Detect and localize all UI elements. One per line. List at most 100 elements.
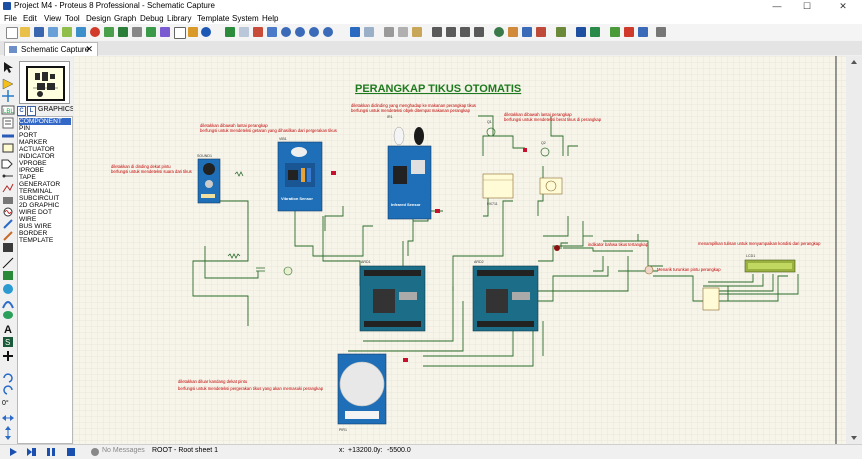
object-selector-title: GRAPHICS (38, 106, 75, 113)
list-item-actuator[interactable]: ACTUATOR (19, 146, 71, 153)
list-item-template[interactable]: TEMPLATE (19, 237, 71, 244)
cut-icon[interactable] (384, 27, 394, 37)
list-item-wire[interactable]: WIRE (19, 216, 71, 223)
component-mode-icon (2, 78, 14, 90)
overview-window[interactable] (19, 61, 70, 104)
remove-sheet-icon[interactable] (624, 27, 634, 37)
menu-system[interactable]: System (232, 14, 259, 23)
line-icon (2, 257, 14, 269)
stop-simulation-icon[interactable] (66, 447, 76, 457)
pick-devices-button[interactable]: C (17, 106, 26, 116)
menu-debug[interactable]: Debug (140, 14, 164, 23)
list-item-component[interactable]: COMPONENT (19, 118, 71, 125)
list-item-2d-graphic[interactable]: 2D GRAPHIC (19, 202, 71, 209)
schematic-icon[interactable] (76, 27, 86, 37)
undo-icon[interactable] (350, 27, 360, 37)
window-title: Project M4 - Proteus 8 Professional - Sc… (14, 1, 215, 10)
zoom-area-icon[interactable] (323, 27, 333, 37)
schematic-drawing[interactable]: PERANGKAP TIKUS OTOMATIS diletakkan di d… (73, 56, 846, 444)
pan-icon[interactable] (267, 27, 277, 37)
new-file-icon[interactable] (6, 27, 18, 39)
generator-icon (3, 207, 13, 217)
list-item-indicator[interactable]: INDICATOR (19, 153, 71, 160)
menu-library[interactable]: Library (167, 14, 191, 23)
source-code-icon[interactable] (160, 27, 170, 37)
list-item-port[interactable]: PORT (19, 132, 71, 139)
list-item-iprobe[interactable]: IPROBE (19, 167, 71, 174)
run-simulation-icon[interactable] (8, 447, 18, 457)
note-infrared-2: berfungsi untuk mendeteksi objek ditempa… (351, 108, 471, 113)
close-project-icon[interactable] (48, 27, 58, 37)
pause-simulation-icon[interactable] (46, 447, 56, 457)
menu-view[interactable]: View (44, 14, 61, 23)
search-tag-icon[interactable] (576, 27, 586, 37)
menu-help[interactable]: Help (262, 14, 278, 23)
exit-to-parent-icon[interactable] (638, 27, 648, 37)
project-notes-icon[interactable] (174, 27, 186, 39)
origin-icon[interactable] (253, 27, 263, 37)
step-simulation-icon[interactable] (26, 447, 36, 457)
list-item-tape[interactable]: TAPE (19, 174, 71, 181)
paste-icon[interactable] (412, 27, 422, 37)
open-folder-icon[interactable] (20, 27, 30, 37)
block-copy-icon[interactable] (432, 27, 442, 37)
packaging-tool-icon[interactable] (522, 27, 532, 37)
refresh-icon[interactable] (225, 27, 235, 37)
messages-status[interactable]: No Messages (102, 447, 145, 454)
vertical-scrollbar[interactable] (846, 56, 862, 444)
library-icon[interactable] (188, 27, 198, 37)
zoom-out-icon[interactable] (295, 27, 305, 37)
tab-schematic-capture[interactable]: Schematic Capture ✕ (4, 42, 98, 56)
tab-bar: Schematic Capture ✕ (0, 41, 862, 56)
decompose-icon[interactable] (536, 27, 546, 37)
block-rotate-icon[interactable] (460, 27, 470, 37)
schematic-canvas[interactable]: PERANGKAP TIKUS OTOMATIS diletakkan di d… (73, 56, 846, 444)
grid-toggle-icon[interactable] (239, 27, 249, 37)
list-item-pin[interactable]: PIN (19, 125, 71, 132)
copy-icon[interactable] (398, 27, 408, 37)
svg-text:A: A (4, 324, 12, 336)
list-item-terminal[interactable]: TERMINAL (19, 188, 71, 195)
help-icon[interactable] (201, 27, 211, 37)
bom-icon[interactable] (146, 27, 156, 37)
list-item-border[interactable]: BORDER (19, 230, 71, 237)
design-explorer-icon[interactable] (132, 27, 142, 37)
menu-edit[interactable]: Edit (23, 14, 37, 23)
make-device-icon[interactable] (508, 27, 518, 37)
electrical-rule-check-icon[interactable] (656, 27, 666, 37)
block-move-icon[interactable] (446, 27, 456, 37)
zoom-in-icon[interactable] (281, 27, 291, 37)
block-delete-icon[interactable] (474, 27, 484, 37)
tab-close-icon[interactable]: ✕ (85, 44, 93, 55)
maximize-button[interactable]: ☐ (792, 0, 822, 13)
wire-autorouter-icon[interactable] (556, 27, 566, 37)
x-label: x: (339, 447, 345, 454)
box-icon (3, 271, 13, 280)
save-icon[interactable] (34, 27, 44, 37)
list-item-vprobe[interactable]: VPROBE (19, 160, 71, 167)
home-icon[interactable] (62, 27, 72, 37)
list-item-generator[interactable]: GENERATOR (19, 181, 71, 188)
list-item-marker[interactable]: MARKER (19, 139, 71, 146)
menu-tool[interactable]: Tool (65, 14, 80, 23)
pick-device-icon[interactable] (494, 27, 504, 37)
new-sheet-icon[interactable] (610, 27, 620, 37)
menu-graph[interactable]: Graph (114, 14, 136, 23)
pcb-layout-icon[interactable] (90, 27, 100, 37)
3d-viewer-icon[interactable] (104, 27, 114, 37)
list-item-bus-wire[interactable]: BUS WIRE (19, 223, 71, 230)
property-assignment-icon[interactable] (590, 27, 600, 37)
close-window-button[interactable]: ✕ (828, 0, 858, 13)
menu-design[interactable]: Design (86, 14, 111, 23)
menu-file[interactable]: File (4, 14, 17, 23)
menu-template[interactable]: Template (197, 14, 229, 23)
list-item-wire-dot[interactable]: WIRE DOT (19, 209, 71, 216)
list-item-subcircuit[interactable]: SUBCIRCUIT (19, 195, 71, 202)
gerber-icon[interactable] (118, 27, 128, 37)
zoom-all-icon[interactable] (309, 27, 319, 37)
proteus-app-icon (3, 2, 11, 10)
minimize-button[interactable]: — (762, 0, 792, 13)
x-coordinate: +13200.0 (348, 447, 378, 454)
library-manager-button[interactable]: L (27, 106, 36, 116)
redo-icon[interactable] (364, 27, 374, 37)
